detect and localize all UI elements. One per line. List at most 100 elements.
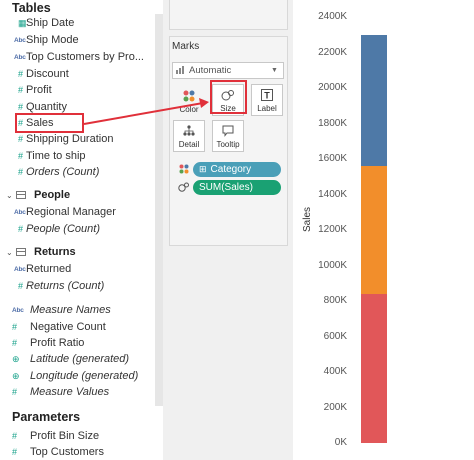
- dimension-icon: Abc: [14, 265, 26, 273]
- measure-icon: #: [12, 387, 18, 397]
- field-returned[interactable]: Abc Returned: [0, 261, 155, 277]
- field-people-count[interactable]: # People (Count): [0, 221, 155, 237]
- bar-segment[interactable]: [361, 34, 387, 167]
- y-tick-label: 1600K: [318, 153, 347, 164]
- detail-icon: [183, 124, 195, 138]
- field-label: Measure Values: [30, 386, 110, 398]
- field-shipping-duration[interactable]: # Shipping Duration: [0, 131, 155, 147]
- field-top-customers[interactable]: # Top Customers: [0, 444, 155, 460]
- dimension-icon: Abc: [12, 306, 24, 314]
- field-label: Measure Names: [30, 304, 111, 316]
- field-longitude-generated[interactable]: ⊕ Longitude (generated): [0, 368, 155, 384]
- field-label: Profit Bin Size: [30, 430, 100, 442]
- bar-segment[interactable]: [361, 293, 387, 443]
- mark-type-label: Automatic: [189, 65, 232, 76]
- chevron-down-icon[interactable]: ⌄: [6, 191, 16, 200]
- y-tick-label: 400K: [323, 366, 347, 377]
- sum-sales-pill-label: SUM(Sales): [199, 182, 253, 193]
- field-label: Profit Ratio: [30, 337, 85, 349]
- color-button[interactable]: Color: [173, 84, 205, 116]
- field-measure-values[interactable]: # Measure Values: [0, 384, 155, 400]
- sales-highlight-box: [15, 113, 84, 133]
- category-pill[interactable]: ⊞ Category: [193, 162, 281, 177]
- dimension-icon: Abc: [14, 36, 26, 44]
- y-tick-label: 2200K: [318, 46, 347, 58]
- chevron-down-icon[interactable]: ⌄: [6, 248, 16, 257]
- field-label: Shipping Duration: [26, 133, 114, 145]
- tooltip-button[interactable]: Tooltip: [212, 120, 244, 152]
- field-label: Quantity: [26, 101, 67, 113]
- field-latitude-generated[interactable]: ⊕ Latitude (generated): [0, 351, 155, 367]
- field-discount[interactable]: # Discount: [0, 66, 155, 82]
- field-label: Returns (Count): [26, 280, 105, 292]
- y-axis-title: Sales: [302, 206, 313, 232]
- label-button-label: Label: [257, 104, 277, 113]
- y-tick-label: 800K: [323, 295, 347, 306]
- field-measure-names[interactable]: Abc Measure Names: [0, 302, 155, 318]
- pill-prefix-icon: ⊞: [199, 164, 207, 174]
- measure-icon: #: [12, 447, 18, 457]
- measure-icon: #: [18, 85, 24, 95]
- group-label: Returns: [34, 246, 76, 258]
- marks-title: Marks: [172, 41, 200, 52]
- field-label: Returned: [26, 263, 72, 275]
- field-profit[interactable]: # Profit: [0, 82, 155, 98]
- bar-segment[interactable]: [361, 166, 387, 294]
- shelf-pane: Marks Automatic ▼ Color Size T Label Det…: [163, 0, 293, 460]
- y-tick-label: 2000K: [318, 82, 347, 93]
- y-tick-label: 0K: [334, 437, 347, 448]
- field-orders-count[interactable]: # Orders (Count): [0, 164, 155, 180]
- filters-card[interactable]: [169, 0, 288, 30]
- color-button-label: Color: [179, 105, 199, 114]
- table-icon: [16, 248, 26, 256]
- measure-icon: #: [18, 151, 24, 161]
- measure-icon: #: [18, 224, 24, 234]
- group-label: People: [34, 189, 71, 201]
- category-pill-label: Category: [210, 164, 252, 175]
- size-highlight-box: [210, 80, 247, 114]
- dimension-icon: Abc: [14, 53, 26, 61]
- field-label: Discount: [26, 68, 69, 80]
- field-label: Time to ship: [26, 150, 86, 162]
- field-label: People (Count): [26, 223, 100, 235]
- label-button[interactable]: T Label: [251, 84, 283, 116]
- y-tick-label: 2400K: [318, 11, 347, 22]
- field-profit-bin-size[interactable]: # Profit Bin Size: [0, 428, 155, 444]
- field-negative-count[interactable]: # Negative Count: [0, 319, 155, 335]
- tables-title: Tables: [12, 1, 51, 15]
- field-ship-date[interactable]: ▦ Ship Date: [0, 15, 155, 31]
- tooltip-button-label: Tooltip: [216, 140, 240, 149]
- field-label: Ship Date: [26, 17, 75, 29]
- field-profit-ratio[interactable]: # Profit Ratio: [0, 335, 155, 351]
- group-returns[interactable]: ⌄ Returns: [6, 244, 76, 260]
- measure-icon: #: [18, 102, 24, 112]
- field-label: Orders (Count): [26, 166, 100, 178]
- automatic-mark-icon: [173, 65, 189, 76]
- field-label: Top Customers: [30, 446, 104, 458]
- sum-sales-pill[interactable]: SUM(Sales): [193, 180, 281, 195]
- measure-icon: #: [18, 167, 24, 177]
- color-dots-icon: [178, 163, 190, 175]
- field-label: Regional Manager: [26, 206, 116, 218]
- field-time-to-ship[interactable]: # Time to ship: [0, 148, 155, 164]
- detail-button-label: Detail: [178, 140, 200, 149]
- group-people[interactable]: ⌄ People: [6, 187, 70, 203]
- field-returns-count[interactable]: # Returns (Count): [0, 278, 155, 294]
- measure-icon: #: [12, 431, 18, 441]
- tooltip-icon: [222, 124, 234, 138]
- field-ship-mode[interactable]: Abc Ship Mode: [0, 32, 155, 48]
- field-label: Top Customers by Pro...: [26, 51, 144, 63]
- measure-icon: #: [18, 134, 24, 144]
- y-tick-label: 200K: [323, 401, 347, 413]
- data-pane-scrollbar[interactable]: [155, 14, 163, 406]
- field-regional-manager[interactable]: Abc Regional Manager: [0, 204, 155, 220]
- y-tick-label: 1200K: [318, 224, 347, 235]
- y-tick-label: 1400K: [318, 188, 347, 200]
- chevron-down-icon[interactable]: ▼: [271, 67, 283, 74]
- globe-icon: ⊕: [12, 353, 20, 364]
- detail-button[interactable]: Detail: [173, 120, 205, 152]
- globe-icon: ⊕: [12, 370, 20, 381]
- mark-type-dropdown[interactable]: Automatic ▼: [172, 62, 284, 79]
- measure-icon: #: [18, 69, 24, 79]
- field-top-customers-by-pro[interactable]: Abc Top Customers by Pro...: [0, 49, 155, 65]
